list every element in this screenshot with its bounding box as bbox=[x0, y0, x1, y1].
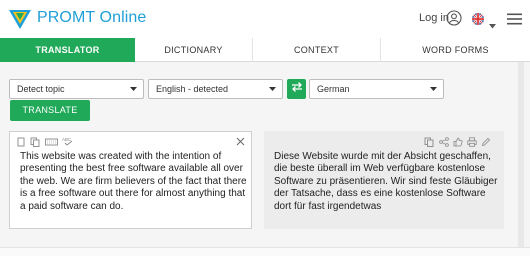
chevron-down-icon bbox=[430, 87, 437, 91]
source-language-select[interactable]: English - detected bbox=[148, 79, 283, 99]
source-text[interactable]: This website was created with the intent… bbox=[20, 151, 248, 213]
swap-languages-button[interactable] bbox=[287, 79, 306, 99]
user-icon[interactable] bbox=[446, 10, 462, 26]
spellcheck-icon[interactable]: ABC bbox=[62, 136, 76, 146]
login-link[interactable]: Log in bbox=[419, 12, 449, 24]
chevron-down-icon[interactable] bbox=[489, 16, 496, 29]
hamburger-menu-icon[interactable] bbox=[507, 12, 522, 25]
keyboard-icon[interactable] bbox=[45, 137, 58, 147]
close-icon[interactable] bbox=[236, 137, 245, 149]
uk-flag-icon[interactable] bbox=[472, 12, 484, 25]
tab-context[interactable]: CONTEXT bbox=[253, 38, 381, 62]
thumbs-up-icon[interactable] bbox=[453, 137, 463, 147]
svg-text:ABC: ABC bbox=[62, 137, 72, 142]
source-text-panel[interactable]: ABC This website was created with the in… bbox=[9, 131, 252, 229]
translate-button[interactable]: TRANSLATE bbox=[10, 100, 90, 121]
page-scrollbar[interactable] bbox=[518, 62, 524, 247]
promt-logo-icon[interactable] bbox=[8, 8, 32, 30]
topic-select[interactable]: Detect topic bbox=[9, 79, 144, 99]
source-language-value: English - detected bbox=[156, 84, 229, 94]
header: PROMT Online Log in bbox=[0, 0, 530, 38]
chevron-down-icon bbox=[130, 87, 137, 91]
clear-icon[interactable] bbox=[16, 137, 26, 147]
copy-icon[interactable] bbox=[30, 137, 40, 147]
share-icon[interactable] bbox=[439, 137, 449, 147]
edit-pencil-icon[interactable] bbox=[481, 137, 491, 147]
swap-arrows-icon bbox=[291, 80, 303, 98]
target-language-select[interactable]: German bbox=[309, 79, 444, 99]
tab-word-forms[interactable]: WORD FORMS bbox=[381, 38, 530, 62]
copy-icon[interactable] bbox=[424, 137, 434, 147]
app-title[interactable]: PROMT Online bbox=[37, 9, 146, 27]
tab-dictionary[interactable]: DICTIONARY bbox=[135, 38, 253, 62]
chevron-down-icon bbox=[269, 87, 276, 91]
tab-bar: TRANSLATOR DICTIONARY CONTEXT WORD FORMS bbox=[0, 38, 530, 62]
translated-text: Diese Website wurde mit der Absicht gesc… bbox=[274, 151, 498, 212]
target-language-value: German bbox=[317, 84, 350, 94]
target-text-panel: Diese Website wurde mit der Absicht gesc… bbox=[264, 131, 504, 229]
tab-translator[interactable]: TRANSLATOR bbox=[0, 38, 135, 62]
bottom-divider bbox=[0, 247, 530, 256]
print-icon[interactable] bbox=[467, 137, 477, 147]
topic-select-value: Detect topic bbox=[17, 84, 65, 94]
